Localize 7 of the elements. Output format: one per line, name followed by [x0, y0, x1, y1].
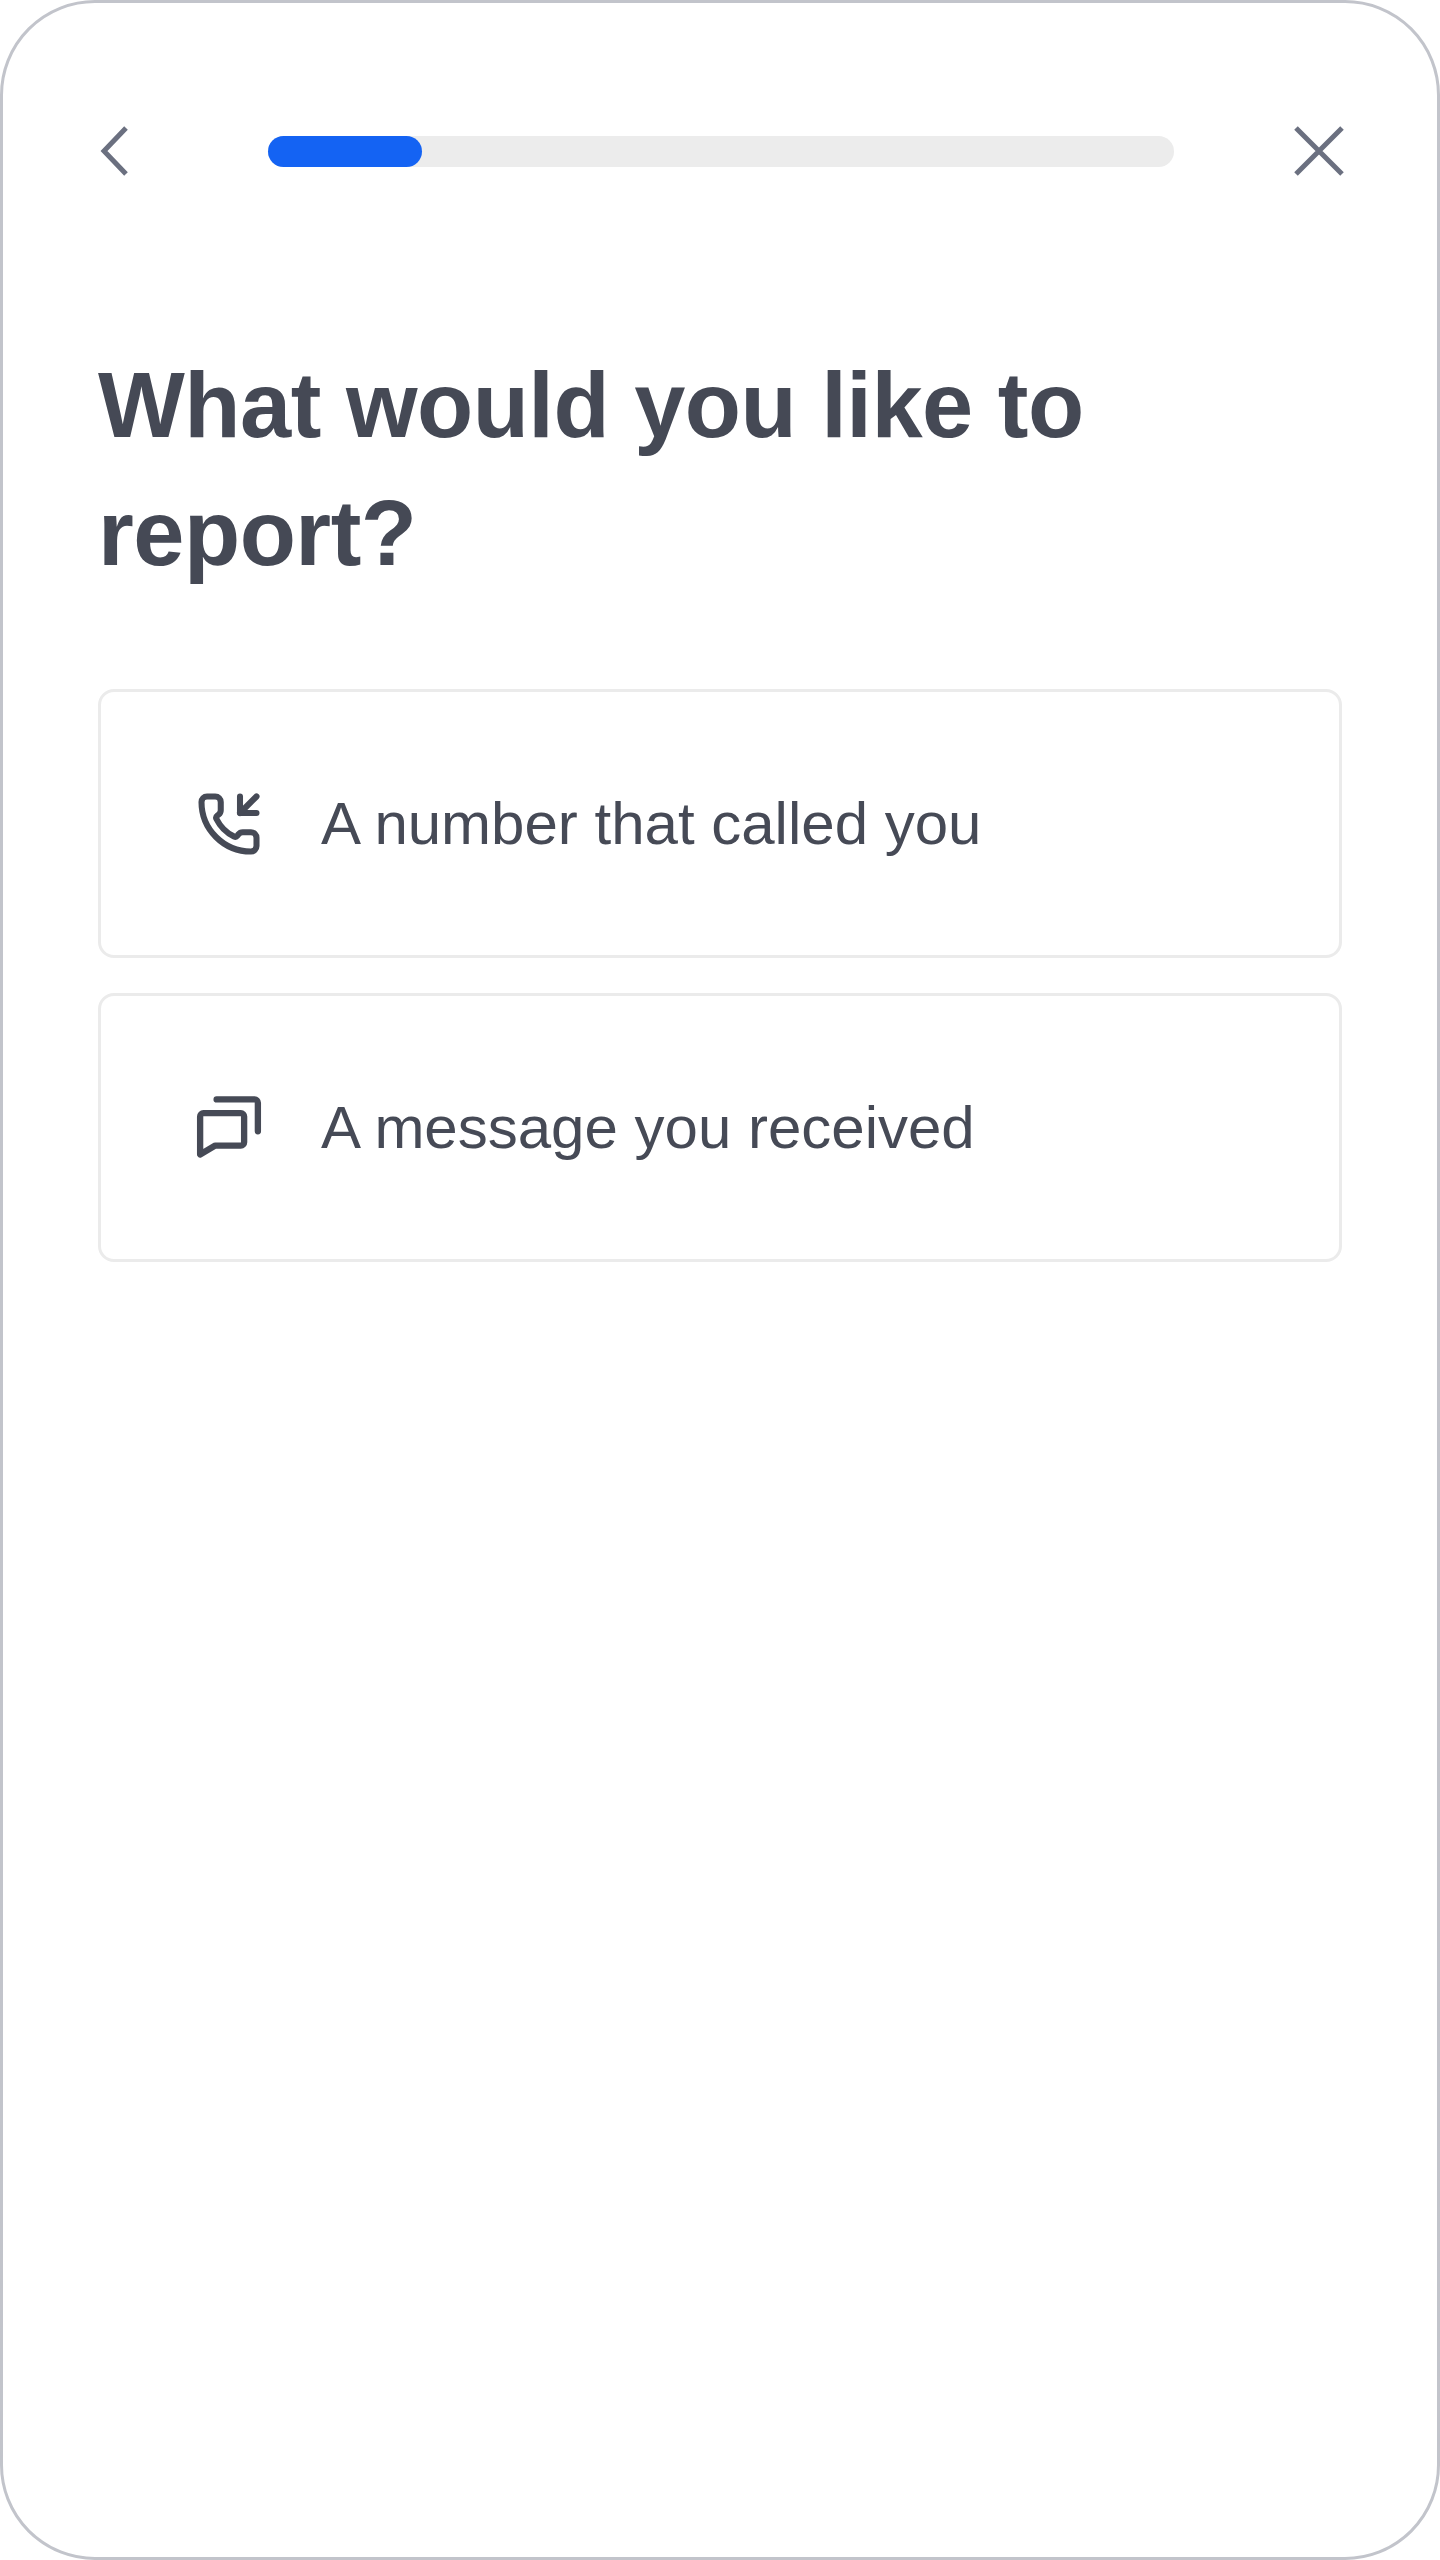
chat-bubbles-icon — [196, 1094, 262, 1161]
phone-incoming-icon — [196, 790, 262, 857]
close-icon[interactable] — [1293, 125, 1345, 177]
question-heading: What would you like to report? — [98, 353, 1085, 586]
option-card[interactable]: A message you received — [98, 993, 1342, 1262]
option-card[interactable]: A number that called you — [98, 689, 1342, 958]
chevron-left-icon[interactable] — [100, 125, 130, 177]
